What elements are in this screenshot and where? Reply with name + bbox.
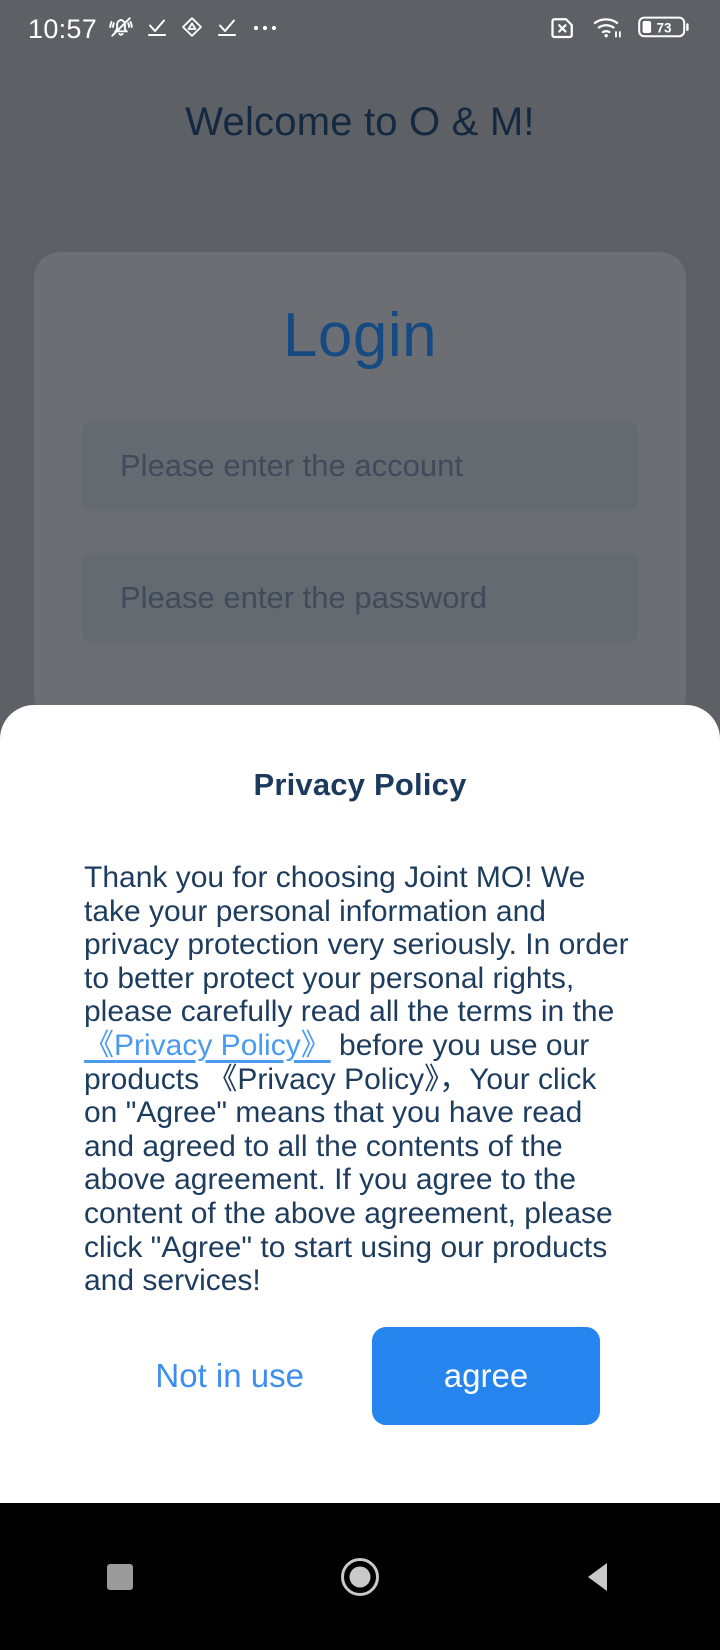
status-bar-right: 73 <box>548 12 692 47</box>
sim-card-x-icon <box>548 12 578 47</box>
check-underline-icon <box>145 15 169 44</box>
password-input[interactable]: Please enter the password <box>82 553 638 643</box>
privacy-policy-title: Privacy Policy <box>253 767 467 802</box>
decline-button[interactable]: Not in use <box>129 1339 330 1413</box>
agree-button[interactable]: agree <box>372 1327 600 1425</box>
triangle-badge-icon <box>180 15 204 44</box>
android-nav-bar <box>0 1503 720 1650</box>
wifi-icon <box>592 13 624 46</box>
home-circle-icon[interactable] <box>300 1532 420 1622</box>
privacy-policy-actions: Not in use agree <box>0 1327 720 1425</box>
bell-muted-icon <box>108 14 134 45</box>
privacy-body-text-part1: Thank you for choosing Joint MO! We take… <box>84 861 629 1029</box>
back-triangle-glyph <box>588 1562 607 1591</box>
account-input-placeholder: Please enter the account <box>120 448 463 483</box>
privacy-policy-dialog: Privacy Policy Thank you for choosing Jo… <box>0 705 720 1503</box>
status-bar: 10:57 73 <box>0 0 720 58</box>
status-bar-left: 10:57 <box>28 14 280 45</box>
welcome-heading: Welcome to O & M! <box>185 100 535 144</box>
phone-screen: 10:57 73 Welcome to O & M! Login Please … <box>0 0 720 1650</box>
account-input[interactable]: Please enter the account <box>82 421 638 511</box>
privacy-body-text-part2: before you use our products 《Privacy Pol… <box>84 1028 613 1298</box>
status-clock: 10:57 <box>28 13 98 44</box>
privacy-policy-body: Thank you for choosing Joint MO! We take… <box>84 861 636 1298</box>
ellipsis-icon <box>250 15 280 44</box>
recents-square-icon[interactable] <box>60 1532 180 1622</box>
battery-level-text: 73 <box>656 20 672 35</box>
login-title: Login <box>282 301 438 370</box>
password-input-placeholder: Please enter the password <box>120 580 488 615</box>
back-triangle-icon[interactable] <box>540 1532 660 1622</box>
home-circle-glyph <box>341 1557 379 1596</box>
login-card: Login Please enter the account Please en… <box>34 252 686 722</box>
battery-icon: 73 <box>638 13 692 46</box>
privacy-policy-link[interactable]: 《Privacy Policy》 <box>84 1029 331 1062</box>
check-underline-icon <box>215 15 239 44</box>
recents-square-glyph <box>107 1563 133 1590</box>
